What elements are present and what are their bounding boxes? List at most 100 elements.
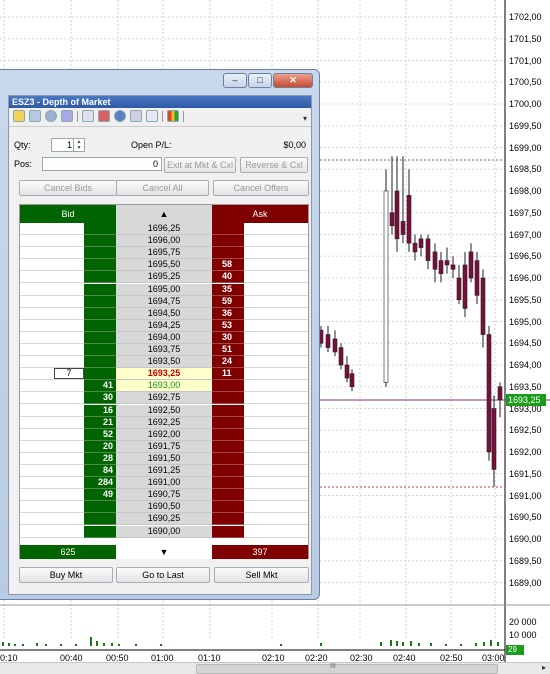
ask-size-cell[interactable]: [212, 392, 244, 405]
ladder-row[interactable]: 1696,25: [20, 223, 308, 236]
bid-size-cell[interactable]: [84, 344, 116, 357]
ask-size-cell[interactable]: 24: [212, 356, 244, 369]
bid-size-cell[interactable]: [84, 283, 116, 296]
bid-order-cell[interactable]: [20, 513, 84, 526]
alert-icon[interactable]: [98, 110, 110, 122]
ask-order-cell[interactable]: [244, 501, 308, 514]
depth-of-market-window[interactable]: – □ ✕ ESZ3 - Depth of Market ▾ Qty: 1 ▲ ▼…: [0, 69, 320, 600]
ladder-row[interactable]: 1694,00 30: [20, 331, 308, 344]
color-bars-icon[interactable]: [167, 110, 179, 122]
bid-size-cell[interactable]: [84, 513, 116, 526]
bid-order-cell[interactable]: [20, 344, 84, 357]
ladder-row[interactable]: 41 1693,00: [20, 380, 308, 393]
ladder-row[interactable]: 1690,25: [20, 513, 308, 526]
bid-order-cell[interactable]: [20, 489, 84, 502]
bid-order-cell[interactable]: [20, 525, 84, 538]
price-cell[interactable]: 1691,75: [116, 440, 212, 453]
ask-order-cell[interactable]: [244, 344, 308, 357]
price-cell[interactable]: 1691,00: [116, 477, 212, 490]
qty-input[interactable]: 1 ▲ ▼: [51, 138, 85, 152]
ask-order-cell[interactable]: [244, 489, 308, 502]
price-cell[interactable]: 1693,50: [116, 356, 212, 369]
ask-order-cell[interactable]: [244, 416, 308, 429]
minimize-button[interactable]: –: [223, 73, 247, 88]
ask-size-cell[interactable]: 51: [212, 344, 244, 357]
ask-order-cell[interactable]: [244, 295, 308, 308]
ask-order-cell[interactable]: [244, 283, 308, 296]
close-button[interactable]: ✕: [273, 73, 313, 88]
ask-size-cell[interactable]: [212, 465, 244, 478]
ladder-row[interactable]: 284 1691,00: [20, 477, 308, 490]
ask-order-cell[interactable]: [244, 465, 308, 478]
ask-order-cell[interactable]: [244, 440, 308, 453]
cancel-all-button[interactable]: Cancel All: [116, 180, 209, 196]
bid-order-cell[interactable]: [20, 235, 84, 248]
bid-size-cell[interactable]: [84, 319, 116, 332]
ladder-row[interactable]: 1694,75 59: [20, 295, 308, 308]
ask-order-cell[interactable]: [244, 307, 308, 320]
ladder-row[interactable]: 20 1691,75: [20, 440, 308, 453]
ask-size-cell[interactable]: [212, 477, 244, 490]
ask-size-cell[interactable]: [212, 380, 244, 393]
price-cell[interactable]: 1693,00: [116, 380, 212, 393]
ask-order-cell[interactable]: [244, 235, 308, 248]
price-cell[interactable]: 1695,25: [116, 271, 212, 284]
scroll-right-arrow-icon[interactable]: ▸: [542, 663, 546, 672]
bid-order-cell[interactable]: [20, 271, 84, 284]
bid-order-cell[interactable]: [20, 465, 84, 478]
ladder-row[interactable]: 21 1692,25: [20, 416, 308, 429]
bid-order-cell[interactable]: [20, 416, 84, 429]
ladder-row[interactable]: 7 1693,25 11: [20, 368, 308, 381]
ladder-row[interactable]: 28 1691,50: [20, 452, 308, 465]
bid-size-cell[interactable]: [84, 501, 116, 514]
qty-stepper[interactable]: ▲ ▼: [73, 139, 84, 151]
ask-order-cell[interactable]: [244, 392, 308, 405]
bid-size-cell[interactable]: 284: [84, 477, 116, 490]
bid-order-cell[interactable]: [20, 295, 84, 308]
cancel-offers-button[interactable]: Cancel Offers: [213, 180, 309, 196]
price-cell[interactable]: 1693,25: [116, 368, 212, 381]
ask-order-cell[interactable]: [244, 477, 308, 490]
price-cell[interactable]: 1695,50: [116, 259, 212, 272]
bid-size-cell[interactable]: 30: [84, 392, 116, 405]
ladder-row[interactable]: 84 1691,25: [20, 465, 308, 478]
bid-size-cell[interactable]: 84: [84, 465, 116, 478]
ask-size-cell[interactable]: 59: [212, 295, 244, 308]
bid-order-cell[interactable]: [20, 404, 84, 417]
bid-order-cell[interactable]: [20, 331, 84, 344]
ladder-row[interactable]: 30 1692,75: [20, 392, 308, 405]
bid-order-cell[interactable]: [20, 501, 84, 514]
ask-order-cell[interactable]: [244, 259, 308, 272]
ask-size-cell[interactable]: [212, 416, 244, 429]
price-cell[interactable]: 1693,75: [116, 344, 212, 357]
bid-order-cell[interactable]: [20, 428, 84, 441]
ladder-row[interactable]: 1695,00 35: [20, 283, 308, 296]
ask-order-cell[interactable]: [244, 319, 308, 332]
buy-market-button[interactable]: Buy Mkt: [19, 567, 113, 583]
ask-order-cell[interactable]: [244, 452, 308, 465]
bid-order-cell[interactable]: [20, 452, 84, 465]
bid-size-cell[interactable]: 16: [84, 404, 116, 417]
bid-size-cell[interactable]: 52: [84, 428, 116, 441]
ladder-row[interactable]: 1693,75 51: [20, 344, 308, 357]
ask-order-cell[interactable]: [244, 223, 308, 236]
price-cell[interactable]: 1694,50: [116, 307, 212, 320]
bid-size-cell[interactable]: 28: [84, 452, 116, 465]
ask-order-cell[interactable]: [244, 513, 308, 526]
cancel-bids-button[interactable]: Cancel Bids: [19, 180, 117, 196]
price-cell[interactable]: 1692,00: [116, 428, 212, 441]
bid-size-cell[interactable]: [84, 331, 116, 344]
price-cell[interactable]: 1691,50: [116, 452, 212, 465]
ask-size-cell[interactable]: [212, 525, 244, 538]
ladder-row[interactable]: 1690,00: [20, 525, 308, 538]
ask-size-cell[interactable]: 58: [212, 259, 244, 272]
ladder-row[interactable]: 1695,50 58: [20, 259, 308, 272]
toolbar-menu-icon[interactable]: ▾: [303, 114, 307, 123]
ask-size-cell[interactable]: 30: [212, 331, 244, 344]
bid-order-cell[interactable]: [20, 259, 84, 272]
price-cell[interactable]: 1690,75: [116, 489, 212, 502]
bid-order-cell[interactable]: [20, 247, 84, 260]
price-cell[interactable]: 1696,00: [116, 235, 212, 248]
price-cell[interactable]: 1695,00: [116, 283, 212, 296]
ask-order-cell[interactable]: [244, 404, 308, 417]
